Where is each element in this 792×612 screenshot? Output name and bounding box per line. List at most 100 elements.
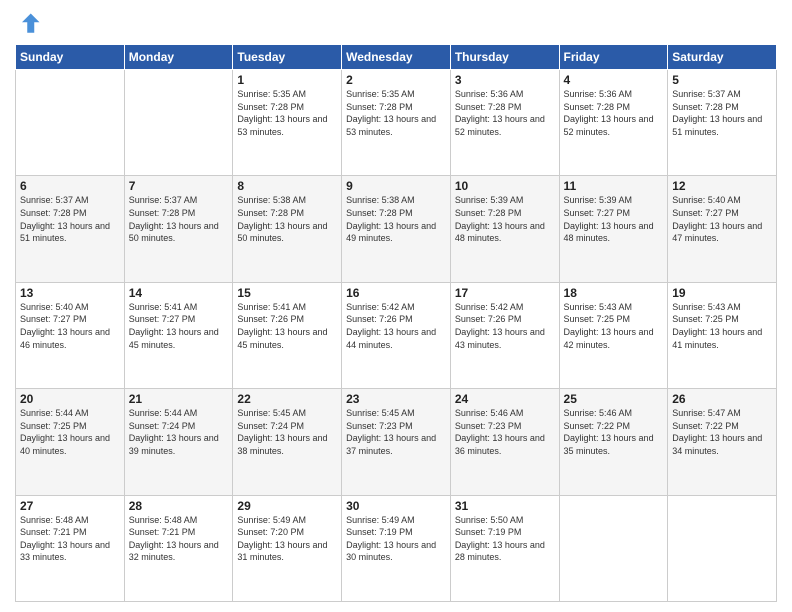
calendar-cell [16,70,125,176]
calendar-cell [124,70,233,176]
day-number: 18 [564,286,664,300]
calendar-cell: 20Sunrise: 5:44 AM Sunset: 7:25 PM Dayli… [16,389,125,495]
day-info: Sunrise: 5:46 AM Sunset: 7:23 PM Dayligh… [455,407,555,457]
day-info: Sunrise: 5:43 AM Sunset: 7:25 PM Dayligh… [672,301,772,351]
calendar-cell: 17Sunrise: 5:42 AM Sunset: 7:26 PM Dayli… [450,282,559,388]
day-info: Sunrise: 5:39 AM Sunset: 7:27 PM Dayligh… [564,194,664,244]
day-number: 25 [564,392,664,406]
day-number: 26 [672,392,772,406]
calendar-cell: 2Sunrise: 5:35 AM Sunset: 7:28 PM Daylig… [342,70,451,176]
day-number: 7 [129,179,229,193]
day-number: 19 [672,286,772,300]
day-info: Sunrise: 5:47 AM Sunset: 7:22 PM Dayligh… [672,407,772,457]
day-number: 21 [129,392,229,406]
calendar-cell: 10Sunrise: 5:39 AM Sunset: 7:28 PM Dayli… [450,176,559,282]
day-number: 20 [20,392,120,406]
day-number: 22 [237,392,337,406]
day-number: 4 [564,73,664,87]
day-number: 9 [346,179,446,193]
weekday-header-wednesday: Wednesday [342,45,451,70]
day-number: 10 [455,179,555,193]
calendar-cell: 1Sunrise: 5:35 AM Sunset: 7:28 PM Daylig… [233,70,342,176]
weekday-header-monday: Monday [124,45,233,70]
day-info: Sunrise: 5:39 AM Sunset: 7:28 PM Dayligh… [455,194,555,244]
calendar-cell: 16Sunrise: 5:42 AM Sunset: 7:26 PM Dayli… [342,282,451,388]
day-number: 5 [672,73,772,87]
day-number: 6 [20,179,120,193]
header-row: SundayMondayTuesdayWednesdayThursdayFrid… [16,45,777,70]
calendar-cell: 14Sunrise: 5:41 AM Sunset: 7:27 PM Dayli… [124,282,233,388]
calendar-cell: 28Sunrise: 5:48 AM Sunset: 7:21 PM Dayli… [124,495,233,601]
calendar-cell: 12Sunrise: 5:40 AM Sunset: 7:27 PM Dayli… [668,176,777,282]
calendar-cell: 9Sunrise: 5:38 AM Sunset: 7:28 PM Daylig… [342,176,451,282]
day-info: Sunrise: 5:44 AM Sunset: 7:24 PM Dayligh… [129,407,229,457]
day-info: Sunrise: 5:44 AM Sunset: 7:25 PM Dayligh… [20,407,120,457]
day-number: 31 [455,499,555,513]
day-number: 16 [346,286,446,300]
day-info: Sunrise: 5:36 AM Sunset: 7:28 PM Dayligh… [564,88,664,138]
calendar-week-1: 6Sunrise: 5:37 AM Sunset: 7:28 PM Daylig… [16,176,777,282]
calendar-cell [559,495,668,601]
day-info: Sunrise: 5:41 AM Sunset: 7:26 PM Dayligh… [237,301,337,351]
day-info: Sunrise: 5:35 AM Sunset: 7:28 PM Dayligh… [237,88,337,138]
calendar-cell: 22Sunrise: 5:45 AM Sunset: 7:24 PM Dayli… [233,389,342,495]
calendar-cell: 11Sunrise: 5:39 AM Sunset: 7:27 PM Dayli… [559,176,668,282]
calendar-body: 1Sunrise: 5:35 AM Sunset: 7:28 PM Daylig… [16,70,777,602]
day-info: Sunrise: 5:37 AM Sunset: 7:28 PM Dayligh… [20,194,120,244]
calendar-cell: 3Sunrise: 5:36 AM Sunset: 7:28 PM Daylig… [450,70,559,176]
calendar-week-3: 20Sunrise: 5:44 AM Sunset: 7:25 PM Dayli… [16,389,777,495]
calendar-cell: 4Sunrise: 5:36 AM Sunset: 7:28 PM Daylig… [559,70,668,176]
day-number: 29 [237,499,337,513]
day-number: 24 [455,392,555,406]
logo-icon [15,10,43,38]
day-number: 2 [346,73,446,87]
day-number: 14 [129,286,229,300]
day-info: Sunrise: 5:49 AM Sunset: 7:20 PM Dayligh… [237,514,337,564]
weekday-header-thursday: Thursday [450,45,559,70]
day-info: Sunrise: 5:42 AM Sunset: 7:26 PM Dayligh… [346,301,446,351]
calendar-header: SundayMondayTuesdayWednesdayThursdayFrid… [16,45,777,70]
day-info: Sunrise: 5:35 AM Sunset: 7:28 PM Dayligh… [346,88,446,138]
calendar-cell: 8Sunrise: 5:38 AM Sunset: 7:28 PM Daylig… [233,176,342,282]
header [15,10,777,38]
day-info: Sunrise: 5:46 AM Sunset: 7:22 PM Dayligh… [564,407,664,457]
calendar-cell: 18Sunrise: 5:43 AM Sunset: 7:25 PM Dayli… [559,282,668,388]
calendar-cell: 19Sunrise: 5:43 AM Sunset: 7:25 PM Dayli… [668,282,777,388]
page: SundayMondayTuesdayWednesdayThursdayFrid… [0,0,792,612]
day-info: Sunrise: 5:38 AM Sunset: 7:28 PM Dayligh… [237,194,337,244]
logo [15,10,47,38]
calendar-week-0: 1Sunrise: 5:35 AM Sunset: 7:28 PM Daylig… [16,70,777,176]
day-info: Sunrise: 5:48 AM Sunset: 7:21 PM Dayligh… [129,514,229,564]
day-number: 12 [672,179,772,193]
day-info: Sunrise: 5:40 AM Sunset: 7:27 PM Dayligh… [672,194,772,244]
calendar-cell: 6Sunrise: 5:37 AM Sunset: 7:28 PM Daylig… [16,176,125,282]
day-info: Sunrise: 5:42 AM Sunset: 7:26 PM Dayligh… [455,301,555,351]
day-number: 23 [346,392,446,406]
day-info: Sunrise: 5:41 AM Sunset: 7:27 PM Dayligh… [129,301,229,351]
weekday-header-sunday: Sunday [16,45,125,70]
day-number: 17 [455,286,555,300]
calendar-cell: 7Sunrise: 5:37 AM Sunset: 7:28 PM Daylig… [124,176,233,282]
weekday-header-saturday: Saturday [668,45,777,70]
day-info: Sunrise: 5:43 AM Sunset: 7:25 PM Dayligh… [564,301,664,351]
calendar-cell: 29Sunrise: 5:49 AM Sunset: 7:20 PM Dayli… [233,495,342,601]
day-number: 15 [237,286,337,300]
calendar-cell: 13Sunrise: 5:40 AM Sunset: 7:27 PM Dayli… [16,282,125,388]
day-info: Sunrise: 5:45 AM Sunset: 7:24 PM Dayligh… [237,407,337,457]
day-info: Sunrise: 5:45 AM Sunset: 7:23 PM Dayligh… [346,407,446,457]
day-info: Sunrise: 5:37 AM Sunset: 7:28 PM Dayligh… [672,88,772,138]
day-number: 13 [20,286,120,300]
day-number: 8 [237,179,337,193]
calendar-cell: 25Sunrise: 5:46 AM Sunset: 7:22 PM Dayli… [559,389,668,495]
day-number: 30 [346,499,446,513]
day-number: 28 [129,499,229,513]
day-info: Sunrise: 5:50 AM Sunset: 7:19 PM Dayligh… [455,514,555,564]
calendar-cell: 15Sunrise: 5:41 AM Sunset: 7:26 PM Dayli… [233,282,342,388]
calendar-cell: 24Sunrise: 5:46 AM Sunset: 7:23 PM Dayli… [450,389,559,495]
calendar-cell: 5Sunrise: 5:37 AM Sunset: 7:28 PM Daylig… [668,70,777,176]
day-number: 11 [564,179,664,193]
calendar-cell: 26Sunrise: 5:47 AM Sunset: 7:22 PM Dayli… [668,389,777,495]
calendar-cell: 23Sunrise: 5:45 AM Sunset: 7:23 PM Dayli… [342,389,451,495]
day-info: Sunrise: 5:36 AM Sunset: 7:28 PM Dayligh… [455,88,555,138]
calendar-cell: 27Sunrise: 5:48 AM Sunset: 7:21 PM Dayli… [16,495,125,601]
